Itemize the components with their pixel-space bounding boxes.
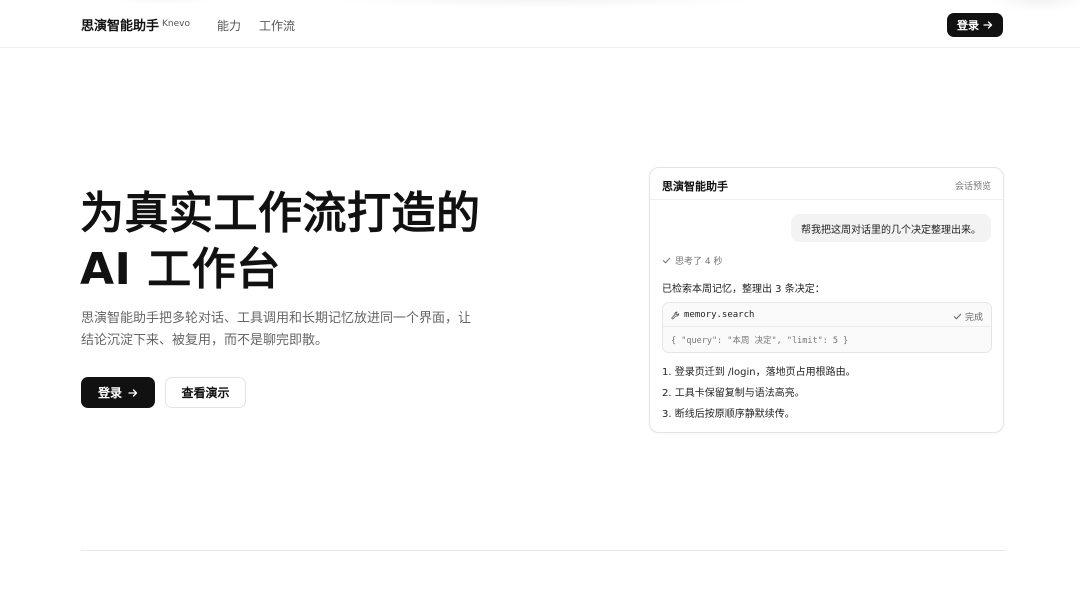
site-header: 思演智能助手 Knevo 能力 工作流 登录 [0, 0, 1080, 48]
login-label: 登录 [97, 386, 122, 400]
tool-status: 完成 [953, 310, 983, 323]
hero-description: 思演智能助手把多轮对话、工具调用和长期记忆放进同一个界面，让结论沉淀下来、被复用… [81, 311, 472, 348]
header-decoration [985, 0, 1080, 12]
hero-title-line: AI 工作台 [80, 244, 281, 295]
section-divider [81, 550, 1006, 551]
header-decoration [315, 0, 770, 8]
nav-capabilities[interactable]: 能力 [217, 17, 241, 34]
tool-status-label: 完成 [964, 313, 983, 323]
thinking-label: 思考了 4 秒 [675, 257, 723, 267]
tool-call-card[interactable]: memory.search 完成 { "query": "本周 决定", "li… [662, 302, 992, 353]
chat-preview-card: 思演智能助手 会话预览 帮我把这周对话里的几个决定整理出来。 思考了 4 秒 已… [649, 167, 1004, 433]
header-decoration [110, 0, 220, 6]
tool-name: memory.search [671, 310, 754, 320]
tool-arguments: { "query": "本周 决定", "limit": 5 } [671, 336, 849, 346]
check-icon [953, 312, 962, 321]
hero-title-line: 为真实工作流打造的 [80, 188, 481, 239]
brand-name[interactable]: 思演智能助手 [81, 15, 159, 34]
list-item: 1. 登录页迁到 /login，落地页占用根路由。 [662, 367, 856, 378]
header-login-button[interactable]: 登录 [947, 13, 1003, 37]
wrench-icon [671, 311, 680, 320]
list-item: 3. 断线后按原顺序静默续传。 [662, 409, 795, 420]
hero-login-button[interactable]: 登录 [81, 377, 155, 408]
tool-call-header: memory.search 完成 [663, 303, 991, 327]
brand-subtitle: Knevo [162, 19, 190, 29]
user-message: 帮我把这周对话里的几个决定整理出来。 [791, 214, 991, 242]
list-item: 2. 工具卡保留复制与语法高亮。 [662, 388, 805, 399]
login-label: 登录 [957, 19, 979, 32]
arrow-right-icon [128, 388, 138, 398]
hero-title: 为真实工作流打造的 AI 工作台 [80, 186, 481, 298]
assistant-reply-intro: 已检索本周记忆，整理出 3 条决定： [662, 284, 825, 295]
card-tag: 会话预览 [954, 182, 991, 192]
view-demo-button[interactable]: 查看演示 [165, 377, 246, 408]
nav-workflow[interactable]: 工作流 [259, 17, 295, 34]
decision-list: 1. 登录页迁到 /login，落地页占用根路由。 2. 工具卡保留复制与语法高… [662, 362, 856, 425]
tool-name-label: memory.search [684, 310, 755, 320]
card-header: 思演智能助手 会话预览 [650, 168, 1003, 200]
card-title: 思演智能助手 [662, 180, 728, 193]
check-icon [662, 256, 671, 265]
thinking-indicator[interactable]: 思考了 4 秒 [662, 254, 722, 267]
arrow-right-icon [983, 20, 993, 30]
